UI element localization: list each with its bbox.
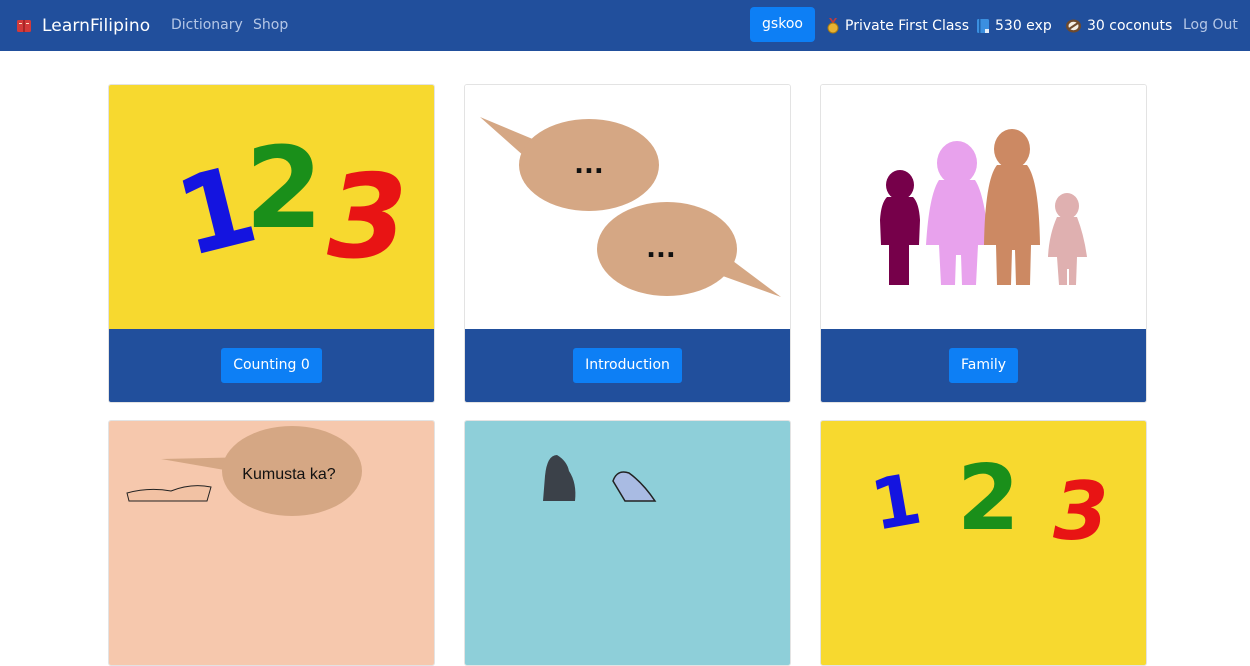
lesson-card-animals[interactable]: [464, 420, 791, 666]
numbers-image: 1 2 3: [109, 85, 434, 329]
lesson-button-introduction[interactable]: Introduction: [573, 348, 682, 383]
numbers-image: 1 2 3: [821, 421, 1146, 665]
blue-book-icon: [977, 18, 989, 33]
brand[interactable]: LearnFilipino: [16, 0, 150, 51]
card-footer: Introduction: [465, 329, 790, 402]
family-image: [821, 85, 1146, 329]
lesson-card-family[interactable]: Family: [820, 84, 1147, 403]
exp-text: 530 exp: [995, 17, 1052, 34]
rank-text: Private First Class: [845, 17, 970, 34]
numeral-three: 3: [1053, 465, 1109, 558]
lesson-card-counting[interactable]: 1 2 3 Counting 0: [108, 84, 435, 403]
greeting-image: Kumusta ka?: [109, 421, 434, 665]
book-icon: [17, 19, 31, 32]
lesson-button-family[interactable]: Family: [948, 348, 1019, 383]
card-footer: Counting 0: [109, 329, 434, 402]
user-profile-button[interactable]: gskoo: [750, 7, 815, 42]
bubble-dots-bottom: ...: [646, 234, 676, 264]
card-footer: Family: [821, 329, 1146, 402]
rank-status: Private First Class: [826, 0, 969, 51]
animals-image: [465, 421, 790, 665]
lesson-card-counting-2[interactable]: 1 2 3: [820, 420, 1147, 666]
nav-shop-link[interactable]: Shop: [253, 0, 288, 51]
coconut-icon: [1066, 19, 1081, 32]
numeral-three: 3: [327, 150, 408, 285]
bubble-dots-top: ...: [574, 150, 604, 180]
speech-bubbles-image: ... ...: [465, 85, 790, 329]
greeting-bubble-text: Kumusta ka?: [242, 466, 335, 483]
numeral-two: 2: [245, 124, 323, 254]
nav-dictionary-link[interactable]: Dictionary: [171, 0, 243, 51]
lesson-button-counting[interactable]: Counting 0: [221, 348, 322, 383]
lesson-card-introduction[interactable]: ... ... Introduction: [464, 84, 791, 403]
lesson-card-greeting[interactable]: Kumusta ka?: [108, 420, 435, 666]
medal-icon: [827, 17, 839, 33]
navbar: LearnFilipino Dictionary Shop gskoo Priv…: [0, 0, 1250, 51]
brand-name: LearnFilipino: [42, 15, 151, 36]
coconut-status: 30 coconuts: [1065, 0, 1172, 51]
coconut-text: 30 coconuts: [1087, 17, 1173, 34]
numeral-two: 2: [957, 446, 1020, 551]
exp-status: 530 exp: [976, 0, 1052, 51]
logout-link[interactable]: Log Out: [1183, 0, 1238, 51]
